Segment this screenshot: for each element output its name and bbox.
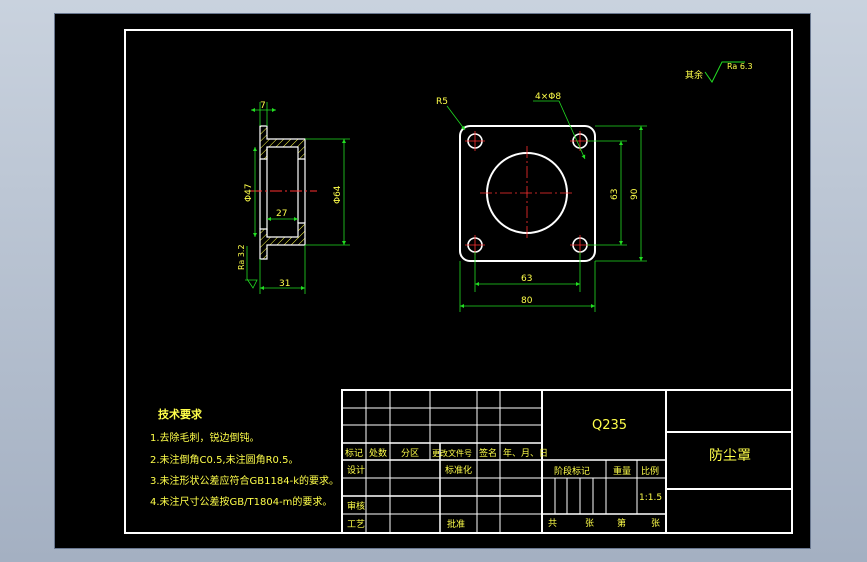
tb-header-4: 签名 <box>479 447 497 459</box>
section-view: 7 Φ47 Φ64 27 31 Ra 3.2 <box>237 101 350 294</box>
dim-inner-dia: Φ47 <box>244 183 254 202</box>
dim-outer-h: 80 <box>521 296 533 306</box>
tb-weight: 重量 <box>613 465 631 477</box>
tech-item-2: 2.未注倒角C0.5,未注圆角R0.5。 <box>150 453 298 466</box>
tb-part-name: 防尘罩 <box>709 448 751 464</box>
roughness-note: 其余 Ra 6.3 <box>685 61 753 83</box>
dim-hole-spacing-v: 63 <box>610 189 620 200</box>
tb-process: 工艺 <box>347 519 365 530</box>
cad-drawing: 其余 Ra 6.3 7 Φ47 Φ64 27 31 Ra 3.2 R5 4×Φ8… <box>124 29 793 534</box>
dim-top-width: 7 <box>260 101 266 111</box>
tb-scale-label: 比例 <box>641 465 659 477</box>
tb-approve: 批准 <box>447 518 465 530</box>
roughness-prefix: 其余 <box>685 69 703 81</box>
tb-scale-value: 1:1.5 <box>639 493 662 503</box>
tb-header-3: 更改文件号 <box>432 448 472 458</box>
dim-roughness: Ra 3.2 <box>237 244 246 270</box>
tb-header-0: 标记 <box>345 447 363 459</box>
tb-sheets-unit1: 张 <box>585 518 594 529</box>
tech-title: 技术要求 <box>158 407 203 421</box>
dim-outer-v: 90 <box>630 188 640 200</box>
tb-sheet-no: 第 <box>617 517 626 529</box>
tb-standardization: 标准化 <box>445 464 472 476</box>
tb-header-2: 分区 <box>401 448 419 459</box>
tb-design: 设计 <box>347 464 365 476</box>
dim-total-length: 31 <box>279 279 290 289</box>
dim-corner-radius: R5 <box>436 97 448 107</box>
tb-header-1: 处数 <box>369 447 387 459</box>
title-block-text: 标记 处数 分区 更改文件号 签名 年、月、日 设计 标准化 审核 工艺 批准 … <box>345 418 751 530</box>
plan-view: R5 4×Φ8 63 90 63 80 <box>436 92 647 312</box>
drawing-sheet: 其余 Ra 6.3 7 Φ47 Φ64 27 31 Ra 3.2 R5 4×Φ8… <box>54 13 811 549</box>
tb-sheets-total: 共 <box>548 518 557 529</box>
roughness-value: Ra 6.3 <box>727 62 753 71</box>
tb-stage: 阶段标记 <box>554 465 590 477</box>
tb-header-5: 年、月、日 <box>503 447 548 459</box>
tech-item-1: 1.去除毛刺，锐边倒钝。 <box>150 431 260 444</box>
dim-outer-dia: Φ64 <box>333 185 343 204</box>
tb-sheets-unit2: 张 <box>651 518 660 529</box>
tb-material: Q235 <box>592 418 627 433</box>
dim-holes: 4×Φ8 <box>535 92 561 102</box>
dim-inner-depth: 27 <box>276 209 287 219</box>
tech-item-4: 4.未注尺寸公差按GB/T1804-m的要求。 <box>150 495 332 508</box>
tb-review: 审核 <box>347 500 365 512</box>
tech-requirements: 技术要求 1.去除毛刺，锐边倒钝。 2.未注倒角C0.5,未注圆角R0.5。 3… <box>150 407 339 508</box>
tech-item-3: 3.未注形状公差应符合GB1184-k的要求。 <box>150 474 339 487</box>
dim-hole-spacing-h: 63 <box>521 274 532 284</box>
